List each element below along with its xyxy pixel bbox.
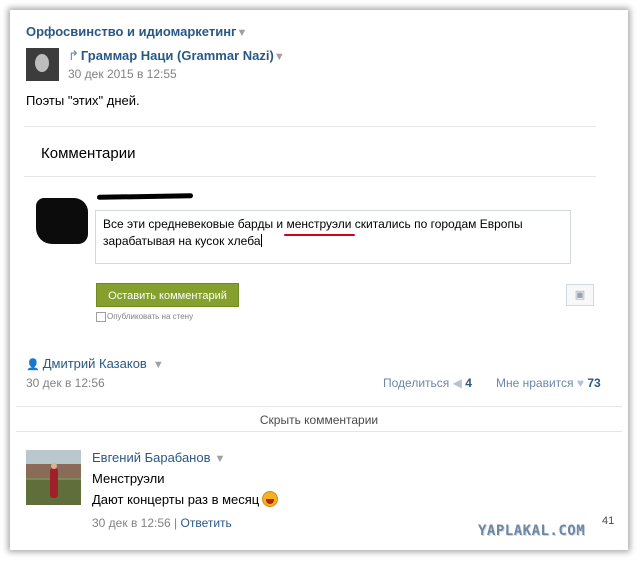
comment-line-1: Менструэли: [92, 471, 165, 486]
divider: [24, 176, 596, 177]
laughing-emoji-icon: [262, 491, 279, 507]
comment-line-2: Дают концерты раз в месяц: [92, 491, 279, 507]
commenter-avatar[interactable]: [26, 450, 81, 505]
group-title[interactable]: Орфосвинство и идиомаркетинг▼: [26, 24, 247, 39]
comment-date[interactable]: 30 дек в 12:56: [92, 516, 171, 530]
misspelled-word: менструэли: [284, 217, 356, 236]
draft-text-before: Все эти средневековые барды и: [103, 217, 287, 231]
text-caret: [260, 234, 262, 247]
comment-input[interactable]: Все эти средневековые барды и менструэли…: [95, 210, 571, 264]
heart-icon: ♥: [576, 376, 585, 390]
share-label[interactable]: Поделиться: [383, 376, 449, 390]
post-text: Поэты "этих" дней.: [26, 93, 140, 108]
reply-link[interactable]: Ответить: [181, 516, 232, 530]
chevron-down-icon[interactable]: ▼: [274, 51, 285, 63]
meta-separator: |: [174, 516, 178, 530]
post-date[interactable]: 30 дек в 12:56: [26, 376, 105, 390]
commenter-name[interactable]: Евгений Барабанов: [92, 450, 211, 465]
repost-author[interactable]: Граммар Наци (Grammar Nazi): [81, 48, 274, 63]
share-button[interactable]: Поделиться ◀ 4: [383, 376, 472, 390]
publish-checkbox-label[interactable]: Опубликовать на стену: [107, 312, 193, 321]
repost-source[interactable]: ↱ Граммар Наци (Grammar Nazi)▼: [68, 48, 285, 64]
redacted-name-scribble: [96, 193, 194, 200]
megaphone-icon: ◀: [452, 376, 462, 390]
post-card: Орфосвинство и идиомаркетинг▼ ↱ Граммар Н…: [10, 10, 628, 550]
submit-comment-button[interactable]: Оставить комментарий: [96, 283, 239, 307]
group-name[interactable]: Орфосвинство и идиомаркетинг: [26, 24, 236, 39]
comment-like-count[interactable]: 41: [602, 515, 614, 527]
redacted-avatar: [36, 198, 88, 244]
publish-checkbox[interactable]: [96, 312, 106, 322]
hide-comments-link[interactable]: Скрыть комментарии: [10, 413, 628, 427]
comments-heading: Комментарии: [41, 145, 136, 162]
like-label[interactable]: Мне нравится: [496, 376, 574, 390]
camera-icon[interactable]: ▣: [566, 284, 594, 306]
post-author[interactable]: 👤 Дмитрий Казаков ▼: [26, 356, 164, 371]
watermark: YAPLAKAL.COM: [478, 523, 586, 539]
post-author-name[interactable]: Дмитрий Казаков: [43, 356, 147, 371]
repost-icon: ↱: [68, 48, 79, 63]
share-count: 4: [465, 376, 472, 390]
chevron-down-icon[interactable]: ▼: [236, 27, 247, 39]
divider: [24, 126, 596, 127]
repost-avatar[interactable]: [26, 48, 59, 81]
person-icon: 👤: [26, 359, 40, 371]
like-count: 73: [587, 376, 601, 390]
commenter-name-row[interactable]: Евгений Барабанов ▼: [92, 450, 225, 465]
repost-date[interactable]: 30 дек 2015 в 12:55: [68, 67, 177, 81]
chevron-down-icon[interactable]: ▼: [215, 453, 226, 465]
chevron-down-icon[interactable]: ▼: [153, 359, 164, 371]
comment-line-2-text: Дают концерты раз в месяц: [92, 492, 260, 507]
like-button[interactable]: Мне нравится ♥ 73: [496, 376, 601, 390]
comment-meta: 30 дек в 12:56 | Ответить: [92, 516, 232, 530]
